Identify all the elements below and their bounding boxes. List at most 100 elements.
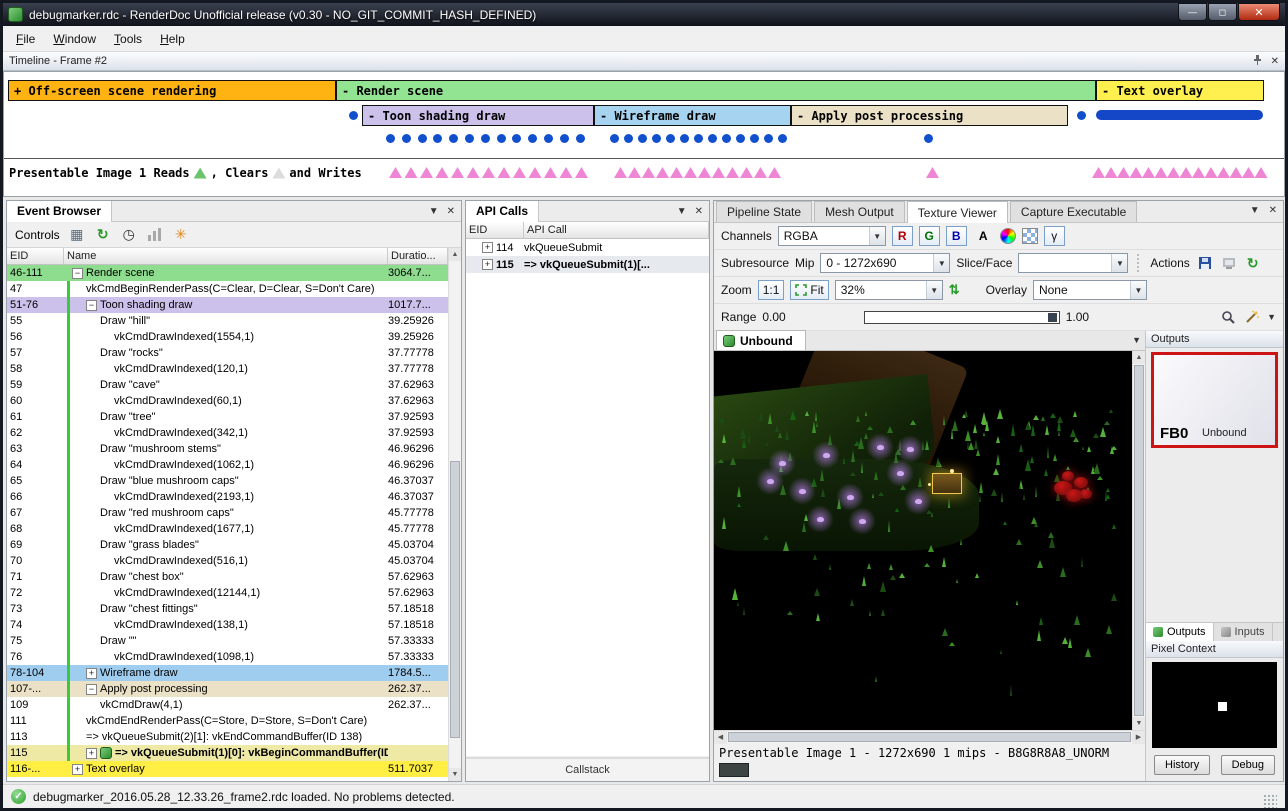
tree-expander-icon[interactable]: + [72,764,83,775]
tree-expander-icon[interactable]: + [482,242,493,253]
write-triangle-icon[interactable] [1117,167,1130,178]
write-triangle-icon[interactable] [1205,167,1218,178]
menu-file[interactable]: File [7,27,44,51]
write-triangle-icon[interactable] [575,167,588,178]
event-row[interactable]: 65Draw "blue mushroom caps"46.37037 [7,473,448,489]
event-row[interactable]: 111vkCmdEndRenderPass(C=Store, D=Store, … [7,713,448,729]
event-row[interactable]: 71Draw "chest box"57.62963 [7,569,448,585]
scroll-right-icon[interactable]: ▶ [1132,731,1145,744]
write-triangle-icon[interactable] [712,167,725,178]
write-triangle-icon[interactable] [389,167,402,178]
zoom-select[interactable]: 32% ▼ [835,280,943,300]
scrollbar-thumb[interactable] [450,461,460,738]
event-dot[interactable] [465,134,474,143]
channel-red-button[interactable]: R [892,226,913,246]
api-call-row[interactable]: +114vkQueueSubmit [466,239,709,256]
event-dot[interactable] [708,134,717,143]
event-dot[interactable] [449,134,458,143]
close-icon[interactable]: ✕ [447,206,455,217]
close-button[interactable]: ✕ [1238,3,1280,21]
timeline-bar[interactable]: - Text overlay [1096,80,1264,101]
event-dot[interactable] [544,134,553,143]
write-triangle-icon[interactable] [1155,167,1168,178]
event-dot[interactable] [736,134,745,143]
event-row[interactable]: 64vkCmdDrawIndexed(1062,1)46.96296 [7,457,448,473]
save-icon[interactable] [1196,254,1214,272]
api-call-row[interactable]: +115=> vkQueueSubmit(1)[... [466,256,709,273]
event-row[interactable]: 59Draw "cave"37.62963 [7,377,448,393]
write-triangle-icon[interactable] [544,167,557,178]
event-dot[interactable] [349,111,358,120]
write-triangle-icon[interactable] [1255,167,1268,178]
column-api-call[interactable]: API Call [524,222,709,238]
tree-expander-icon[interactable]: − [86,300,97,311]
event-dot[interactable] [1077,111,1086,120]
column-duration[interactable]: Duratio... [388,248,448,264]
callstack-section[interactable]: Callstack [466,757,709,781]
timeline-blue-bar[interactable] [1096,110,1263,120]
write-triangle-icon[interactable] [1217,167,1230,178]
write-triangle-icon[interactable] [684,167,697,178]
write-triangle-icon[interactable] [656,167,669,178]
channels-select[interactable]: RGBA ▼ [778,226,886,246]
write-triangle-icon[interactable] [926,167,939,178]
write-triangle-icon[interactable] [467,167,480,178]
scroll-down-icon[interactable]: ▼ [1133,717,1145,730]
dock-menu-icon[interactable]: ▼ [429,206,439,217]
tree-expander-icon[interactable]: + [86,668,97,679]
mip-select[interactable]: 0 - 1272x690 ▼ [820,253,950,273]
scrollbar-thumb[interactable] [1134,365,1144,716]
event-row[interactable]: 113=> vkQueueSubmit(2)[1]: vkEndCommandB… [7,729,448,745]
sync-event-icon[interactable]: ↻ [94,226,112,244]
event-row[interactable]: 115+=> vkQueueSubmit(1)[0]: vkBeginComma… [7,745,448,761]
dock-menu-icon[interactable]: ▼ [1250,205,1260,216]
title-bar[interactable]: debugmarker.rdc - RenderDoc Unofficial r… [3,3,1285,26]
event-dot[interactable] [402,134,411,143]
event-dot[interactable] [924,134,933,143]
event-row[interactable]: 66vkCmdDrawIndexed(2193,1)46.37037 [7,489,448,505]
timeline-canvas[interactable]: Presentable Image 1 Reads , Clears and W… [3,71,1285,197]
write-triangle-icon[interactable] [1180,167,1193,178]
event-row[interactable]: 68vkCmdDrawIndexed(1677,1)45.77778 [7,521,448,537]
resize-grip[interactable] [1263,794,1277,808]
tab-texture-viewer[interactable]: Texture Viewer [907,201,1008,223]
timeline-bar[interactable]: - Wireframe draw [594,105,791,126]
event-row[interactable]: 62vkCmdDrawIndexed(342,1)37.92593 [7,425,448,441]
write-triangle-icon[interactable] [451,167,464,178]
event-row[interactable]: 58vkCmdDrawIndexed(120,1)37.77778 [7,361,448,377]
write-triangle-icon[interactable] [513,167,526,178]
event-dot[interactable] [764,134,773,143]
event-dot[interactable] [610,134,619,143]
write-triangle-icon[interactable] [482,167,495,178]
event-row[interactable]: 57Draw "rocks"37.77778 [7,345,448,361]
range-slider[interactable] [864,311,1060,324]
color-wheel-icon[interactable] [1000,228,1016,244]
event-row[interactable]: 70vkCmdDrawIndexed(516,1)45.03704 [7,553,448,569]
write-triangle-icon[interactable] [420,167,433,178]
write-triangle-icon[interactable] [614,167,627,178]
write-triangle-icon[interactable] [768,167,781,178]
event-row[interactable]: 69Draw "grass blades"45.03704 [7,537,448,553]
event-browser-tab[interactable]: Event Browser [7,201,112,222]
dock-menu-icon[interactable]: ▼ [677,206,687,217]
scrollbar-thumb[interactable] [728,732,1131,742]
event-row[interactable]: 60vkCmdDrawIndexed(60,1)37.62963 [7,393,448,409]
tab-inputs[interactable]: Inputs [1214,623,1273,641]
event-dot[interactable] [576,134,585,143]
event-dot[interactable] [560,134,569,143]
write-triangle-icon[interactable] [698,167,711,178]
event-dot[interactable] [433,134,442,143]
write-triangle-icon[interactable] [1142,167,1155,178]
pin-icon[interactable] [1252,54,1263,68]
clock-icon[interactable]: ◷ [120,226,138,244]
close-icon[interactable]: ✕ [1269,205,1277,216]
fb0-thumbnail[interactable]: FB0 Unbound [1151,352,1278,448]
write-triangle-icon[interactable] [740,167,753,178]
write-triangle-icon[interactable] [1105,167,1118,178]
timeline-bar[interactable]: - Apply post processing [791,105,1068,126]
event-row[interactable]: 75Draw ""57.33333 [7,633,448,649]
event-row[interactable]: 107-...−Apply post processing262.37... [7,681,448,697]
event-dot[interactable] [512,134,521,143]
write-triangle-icon[interactable] [1192,167,1205,178]
magnifier-icon[interactable] [1219,308,1237,326]
